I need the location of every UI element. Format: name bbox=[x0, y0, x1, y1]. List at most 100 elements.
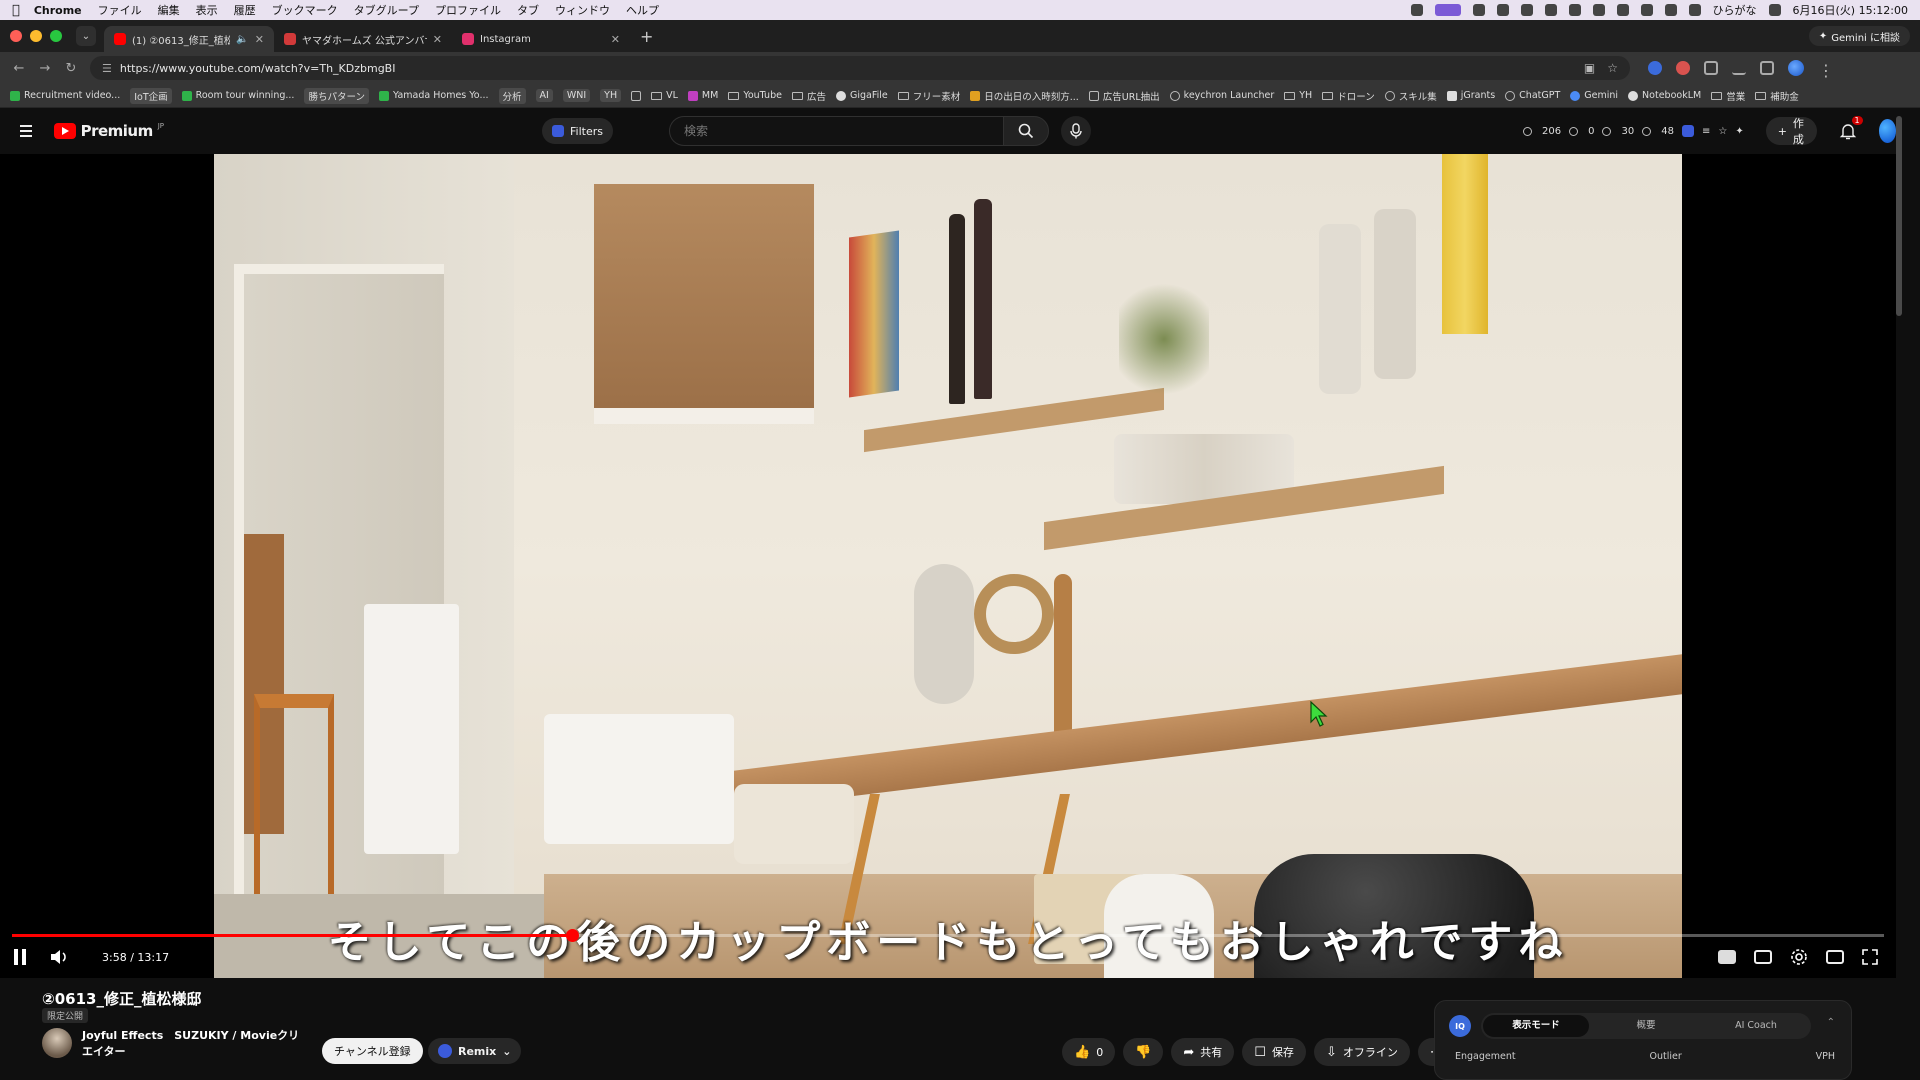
bookmark-folder[interactable]: フリー素材 bbox=[897, 89, 960, 103]
search-button[interactable] bbox=[1003, 116, 1050, 146]
apple-icon[interactable]:  bbox=[12, 3, 20, 18]
like-button[interactable]: 👍 0 bbox=[1062, 1038, 1116, 1066]
tab-overview[interactable]: 概要 bbox=[1593, 1015, 1699, 1037]
tray-icon[interactable] bbox=[1496, 4, 1509, 16]
account-avatar[interactable] bbox=[1878, 119, 1896, 143]
bookmark-item[interactable]: 日の出日の入時刻方... bbox=[970, 89, 1079, 103]
bookmark-folder[interactable]: 補助金 bbox=[1755, 89, 1799, 103]
bookmark-item[interactable]: MM bbox=[687, 90, 718, 101]
vidiq-player-icon[interactable] bbox=[1718, 950, 1736, 964]
minimize-window-icon[interactable] bbox=[30, 30, 42, 42]
video-player[interactable]: そしてこの後のカップボードもとってもおしゃれですね 3:58 / 13:17 bbox=[0, 154, 1896, 978]
menu-help[interactable]: ヘルプ bbox=[626, 2, 659, 18]
battery-icon[interactable] bbox=[1616, 4, 1629, 16]
reload-icon[interactable]: ↻ bbox=[58, 61, 84, 76]
tab-search-chevron-icon[interactable]: ⌄ bbox=[76, 26, 96, 46]
address-bar[interactable]: ☰ https://www.youtube.com/watch?v=Th_KDz… bbox=[90, 56, 1630, 80]
bookmark-item[interactable]: Yamada Homes Yo... bbox=[378, 90, 489, 101]
menu-window[interactable]: ウィンドウ bbox=[555, 2, 610, 18]
settings-gear-icon[interactable] bbox=[1790, 948, 1808, 966]
extension-icon[interactable] bbox=[1676, 61, 1690, 75]
bookmark-item[interactable]: 分析 bbox=[498, 87, 526, 104]
bookmark-folder[interactable]: 営業 bbox=[1711, 89, 1745, 103]
bookmark-grid-icon[interactable] bbox=[631, 90, 642, 101]
bookmark-item[interactable]: NotebookLM bbox=[1628, 90, 1701, 101]
bookmark-item[interactable]: AI bbox=[535, 89, 553, 102]
menu-app-name[interactable]: Chrome bbox=[34, 4, 82, 17]
menu-clock[interactable]: 6月16日(火) 15:12:00 bbox=[1793, 2, 1908, 18]
gemini-button[interactable]: ✦ Gemini に相談 bbox=[1808, 26, 1910, 46]
tray-icon[interactable] bbox=[1472, 4, 1485, 16]
bookmark-item[interactable]: keychron Launcher bbox=[1169, 90, 1274, 101]
voice-search-button[interactable] bbox=[1061, 116, 1092, 146]
subscribe-button[interactable]: チャンネル登録 bbox=[322, 1038, 423, 1064]
bookmark-item[interactable]: Gemini bbox=[1570, 90, 1618, 101]
menu-edit[interactable]: 編集 bbox=[158, 2, 180, 18]
tray-icon[interactable] bbox=[1592, 4, 1605, 16]
bookmark-folder[interactable]: YH bbox=[1284, 90, 1312, 101]
bluetooth-icon[interactable] bbox=[1664, 4, 1677, 16]
bookmark-folder[interactable]: 広告 bbox=[791, 89, 826, 103]
remix-button[interactable]: Remix ⌄ bbox=[428, 1038, 522, 1064]
install-app-icon[interactable]: ▣ bbox=[1584, 61, 1595, 75]
media-control-icon[interactable] bbox=[1760, 61, 1774, 75]
bookmark-folder[interactable]: VL bbox=[651, 90, 678, 101]
search-input[interactable] bbox=[669, 116, 1004, 146]
bookmark-item[interactable]: jGrants bbox=[1446, 90, 1495, 101]
bookmark-item[interactable]: 広告URL抽出 bbox=[1088, 89, 1160, 103]
trophy-icon[interactable]: ☆ bbox=[1718, 126, 1727, 137]
progress-scrubber[interactable] bbox=[565, 929, 579, 942]
url-text[interactable]: https://www.youtube.com/watch?v=Th_KDzbm… bbox=[120, 62, 396, 75]
bookmark-folder[interactable]: YouTube bbox=[728, 90, 782, 101]
collapse-chevron-icon[interactable]: ⌃ bbox=[1827, 1017, 1835, 1028]
extensions-puzzle-icon[interactable] bbox=[1704, 61, 1718, 75]
back-arrow-icon[interactable]: ← bbox=[6, 61, 32, 76]
tab-yamada-homes[interactable]: ヤマダホームズ 公式アンバサダー ✕ bbox=[274, 26, 452, 52]
menu-tab[interactable]: タブ bbox=[517, 2, 539, 18]
tab-ai-coach[interactable]: AI Coach bbox=[1703, 1015, 1809, 1037]
control-center-icon[interactable] bbox=[1768, 4, 1781, 16]
site-info-icon[interactable]: ☰ bbox=[102, 62, 112, 75]
bookmark-item[interactable]: 勝ちパターン bbox=[304, 87, 369, 104]
bookmark-star-icon[interactable]: ☆ bbox=[1607, 61, 1618, 75]
zoom-window-icon[interactable] bbox=[50, 30, 62, 42]
vidiq-icon[interactable] bbox=[1681, 125, 1694, 137]
close-window-icon[interactable] bbox=[10, 30, 22, 42]
tray-icon[interactable] bbox=[1410, 4, 1423, 16]
menu-view[interactable]: 表示 bbox=[196, 2, 218, 18]
extension-icon[interactable] bbox=[1648, 61, 1662, 75]
notifications-button[interactable]: 1 bbox=[1839, 116, 1863, 140]
theater-mode-icon[interactable] bbox=[1826, 950, 1844, 964]
bookmark-item[interactable]: YH bbox=[600, 89, 622, 102]
close-tab-icon[interactable]: ✕ bbox=[255, 33, 264, 46]
dislike-button[interactable]: 👎 bbox=[1123, 1038, 1164, 1066]
bookmark-item[interactable]: スキル集 bbox=[1384, 89, 1437, 103]
menu-bookmarks[interactable]: ブックマーク bbox=[272, 2, 338, 18]
channel-avatar[interactable] bbox=[42, 1028, 72, 1058]
menu-file[interactable]: ファイル bbox=[98, 2, 142, 18]
bookmark-item[interactable]: Room tour winning... bbox=[181, 90, 294, 101]
chrome-menu-icon[interactable]: ⋮ bbox=[1818, 61, 1834, 80]
channel-name[interactable]: Joyful Effects SUZUKIY / Movieクリエイター bbox=[82, 1028, 302, 1060]
filters-button[interactable]: Filters bbox=[542, 118, 614, 144]
wifi-icon[interactable] bbox=[1688, 4, 1701, 16]
subtitles-icon[interactable] bbox=[1754, 950, 1772, 964]
save-button[interactable]: ☐ 保存 bbox=[1242, 1038, 1306, 1066]
hamburger-menu-icon[interactable] bbox=[20, 125, 32, 137]
tray-icon[interactable] bbox=[1520, 4, 1533, 16]
menu-tab-groups[interactable]: タブグループ bbox=[354, 2, 419, 18]
volume-icon[interactable] bbox=[50, 949, 70, 965]
page-scrollbar-thumb[interactable] bbox=[1896, 116, 1902, 316]
close-tab-icon[interactable]: ✕ bbox=[611, 33, 620, 46]
create-button[interactable]: + 作成 bbox=[1765, 117, 1817, 146]
tab-display-mode[interactable]: 表示モード bbox=[1483, 1015, 1589, 1037]
ime-indicator[interactable]: ひらがな bbox=[1713, 2, 1757, 18]
tab-youtube-video[interactable]: (1) ②0613_修正_植松様邸 🔈 ✕ bbox=[104, 26, 274, 52]
sparkle-icon[interactable]: ✦ bbox=[1735, 126, 1743, 137]
bookmark-folder[interactable]: ドローン bbox=[1322, 89, 1375, 103]
tray-icon[interactable] bbox=[1568, 4, 1581, 16]
close-tab-icon[interactable]: ✕ bbox=[433, 33, 442, 46]
progress-bar[interactable] bbox=[12, 929, 1884, 942]
bookmark-item[interactable]: IoT企画 bbox=[130, 87, 172, 104]
volume-icon[interactable] bbox=[1640, 4, 1653, 16]
